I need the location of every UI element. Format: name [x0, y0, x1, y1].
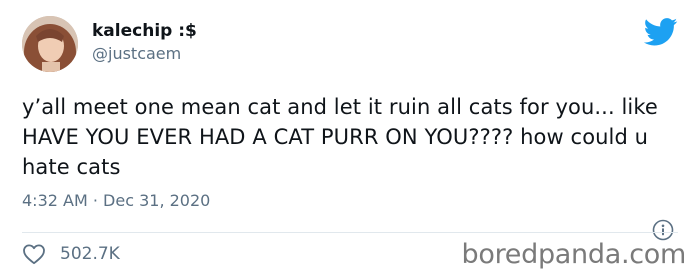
tweet-time[interactable]: 4:32 AM: [22, 191, 88, 210]
author-handle[interactable]: @justcaem: [92, 44, 181, 64]
like-count[interactable]: 502.7K: [60, 243, 120, 265]
tweet-card: kalechip :$ @justcaem y’all meet one mea…: [0, 0, 700, 280]
watermark: boredpanda.com: [461, 239, 687, 270]
avatar[interactable]: [22, 16, 78, 72]
tweet-timestamp[interactable]: 4:32 AM · Dec 31, 2020: [22, 190, 210, 212]
twitter-bird-icon[interactable]: [643, 18, 678, 46]
divider: [22, 232, 678, 233]
tweet-date[interactable]: Dec 31, 2020: [103, 191, 210, 210]
avatar-image: [22, 16, 78, 72]
author-display-name[interactable]: kalechip :$: [92, 20, 197, 42]
timestamp-separator: ·: [92, 191, 98, 210]
tweet-text: y’all meet one mean cat and let it ruin …: [22, 95, 658, 179]
heart-icon[interactable]: [22, 243, 46, 265]
